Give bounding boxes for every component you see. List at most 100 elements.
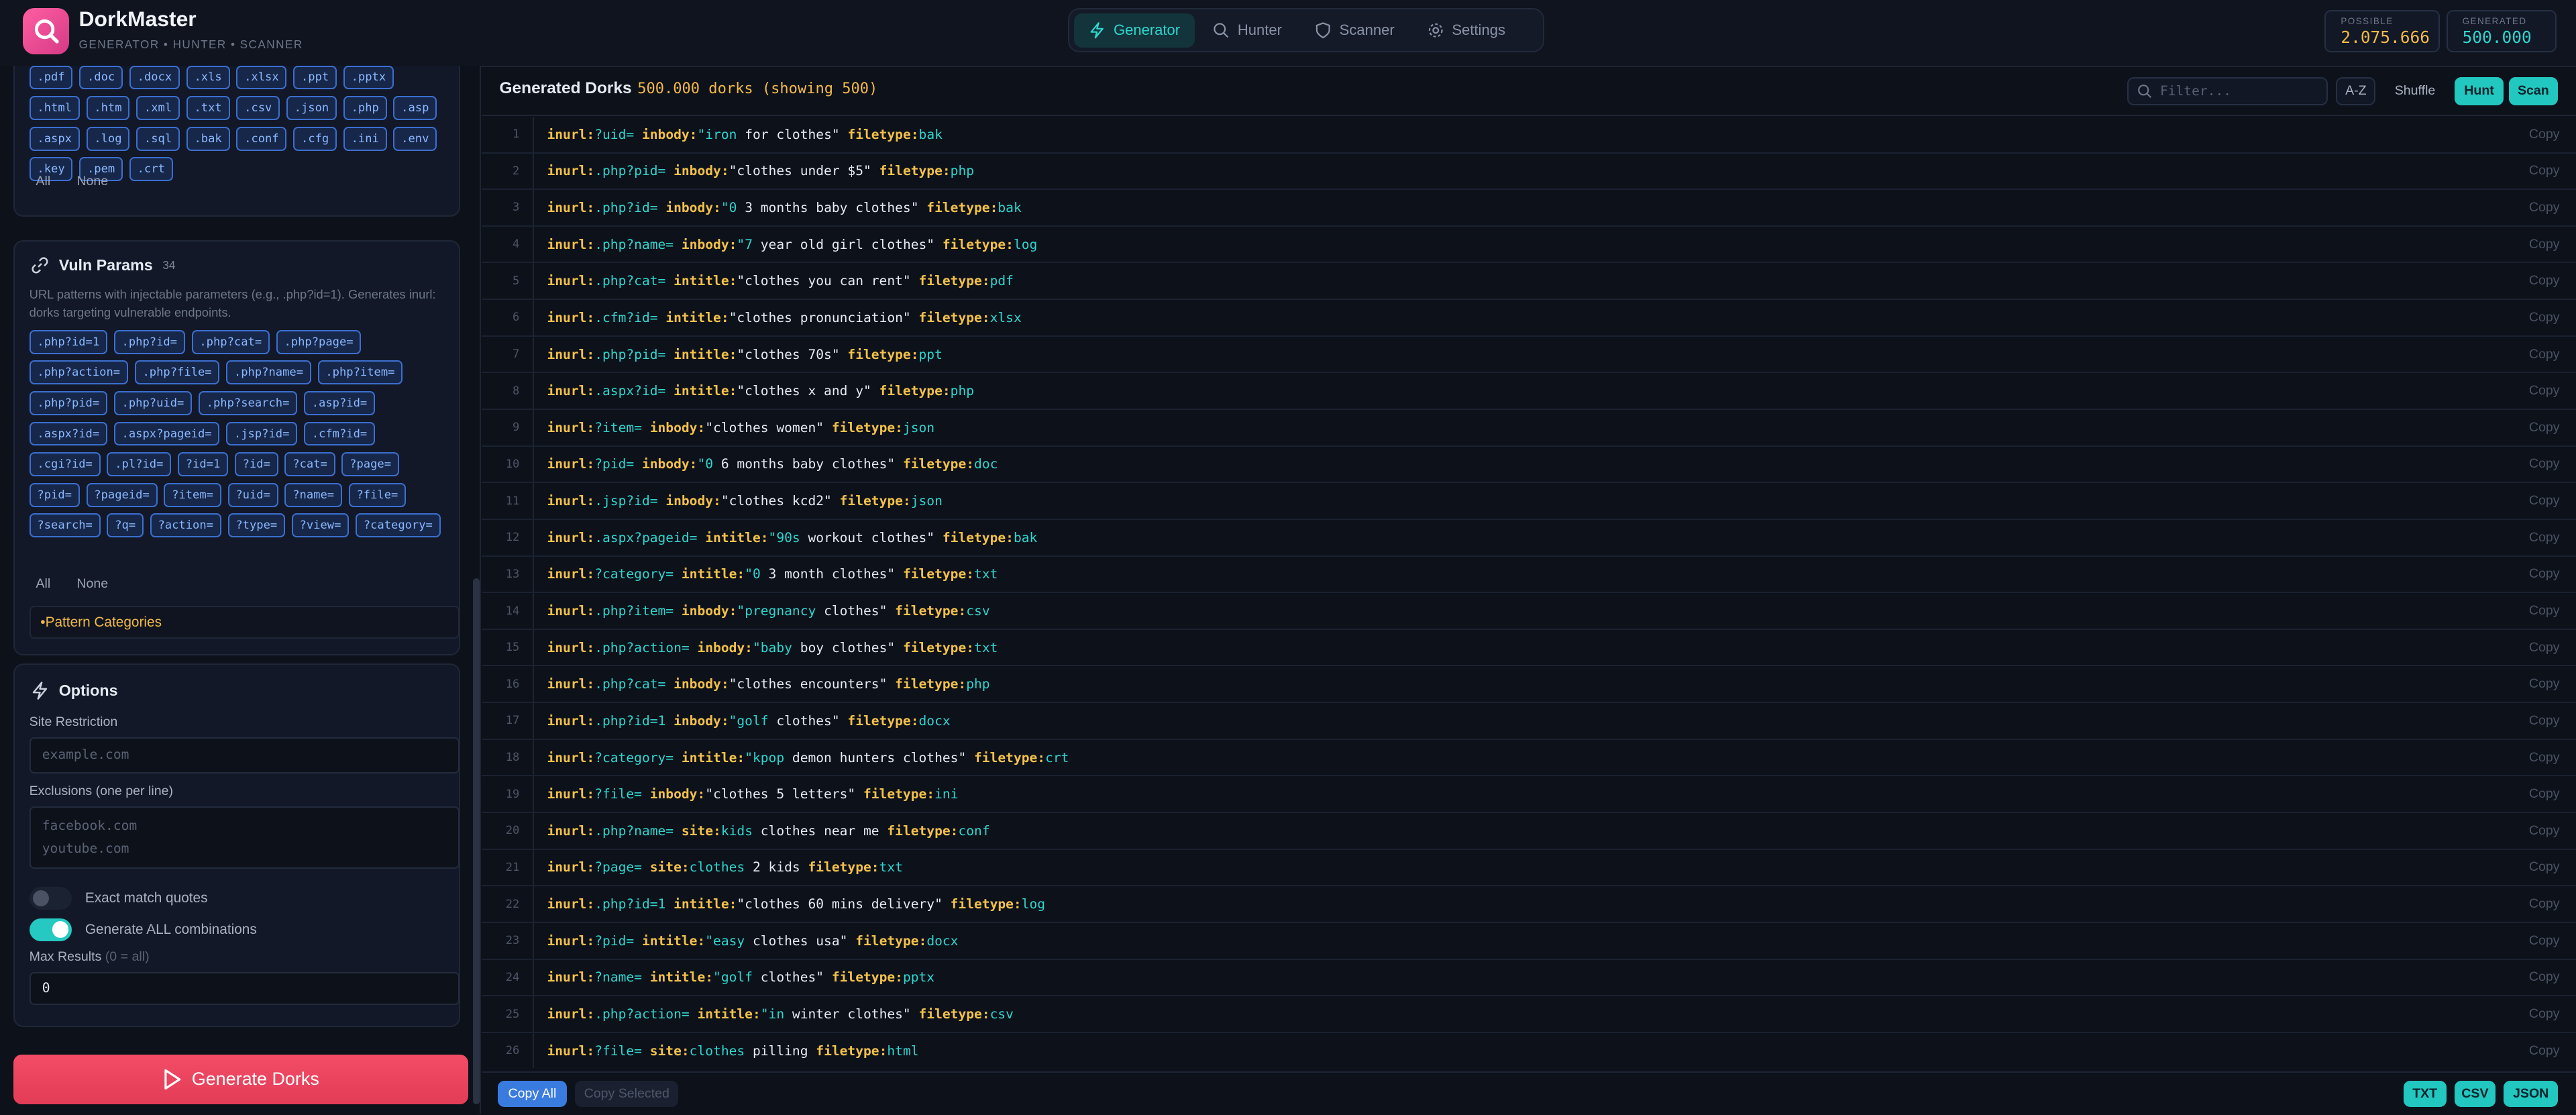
chip[interactable]: .php?id=: [113, 329, 185, 354]
chip[interactable]: .conf: [236, 126, 287, 151]
sidebar-scrollbar[interactable]: [473, 578, 480, 1104]
copy-row-button[interactable]: Copy: [2529, 1043, 2560, 1059]
chip[interactable]: ?search=: [29, 513, 101, 538]
dork-row[interactable]: 1 inurl:?uid= inbody:"iron for clothes" f…: [481, 116, 2576, 154]
file-types-none-button[interactable]: None: [67, 170, 118, 193]
chip[interactable]: .bak: [186, 126, 230, 151]
copy-row-button[interactable]: Copy: [2529, 603, 2560, 619]
chip[interactable]: ?category=: [355, 513, 441, 538]
sort-az-button[interactable]: A-Z: [2336, 77, 2376, 105]
copy-row-button[interactable]: Copy: [2529, 823, 2560, 839]
max-results-input[interactable]: 0: [29, 972, 460, 1006]
copy-row-button[interactable]: Copy: [2529, 273, 2560, 288]
dork-row[interactable]: 18 inurl:?category= intitle:"kpop demon h…: [481, 739, 2576, 777]
tab-settings[interactable]: Settings: [1413, 13, 1520, 48]
copy-row-button[interactable]: Copy: [2529, 640, 2560, 655]
shuffle-button[interactable]: Shuffle: [2382, 77, 2448, 105]
filter-input[interactable]: Filter...: [2127, 77, 2328, 105]
dork-row[interactable]: 4 inurl:.php?name= inbody:"7 year old gir…: [481, 226, 2576, 264]
vuln-params-all-button[interactable]: All: [26, 573, 60, 595]
copy-row-button[interactable]: Copy: [2529, 786, 2560, 802]
exclusions-textarea[interactable]: facebook.com youtube.com: [29, 806, 460, 869]
chip[interactable]: ?name=: [284, 482, 342, 507]
chip[interactable]: .pl?id=: [107, 452, 172, 477]
chip[interactable]: ?q=: [107, 513, 144, 538]
tab-generator[interactable]: Generator: [1074, 13, 1195, 48]
copy-row-button[interactable]: Copy: [2529, 1006, 2560, 1022]
chip[interactable]: .jsp?id=: [226, 421, 298, 446]
chip[interactable]: .php?search=: [198, 391, 298, 415]
dork-row[interactable]: 23 inurl:?pid= intitle:"easy clothes usa"…: [481, 922, 2576, 960]
dork-row[interactable]: 11 inurl:.jsp?id= inbody:"clothes kcd2" f…: [481, 483, 2576, 520]
dork-row[interactable]: 13 inurl:?category= intitle:"0 3 month cl…: [481, 556, 2576, 594]
chip[interactable]: ?view=: [291, 513, 350, 538]
chip[interactable]: .cfg: [293, 126, 337, 151]
dork-row[interactable]: 17 inurl:.php?id=1 inbody:"golf clothes" …: [481, 703, 2576, 740]
chip[interactable]: ?pid=: [29, 482, 80, 507]
dork-row[interactable]: 15 inurl:.php?action= inbody:"baby boy cl…: [481, 629, 2576, 667]
chip[interactable]: .xls: [186, 65, 230, 90]
tab-hunter[interactable]: Hunter: [1198, 13, 1297, 48]
copy-row-button[interactable]: Copy: [2529, 859, 2560, 875]
dork-row[interactable]: 3 inurl:.php?id= inbody:"0 3 months baby …: [481, 190, 2576, 227]
dork-row[interactable]: 22 inurl:.php?id=1 intitle:"clothes 60 mi…: [481, 886, 2576, 923]
chip[interactable]: .php?action=: [29, 360, 128, 385]
copy-row-button[interactable]: Copy: [2529, 969, 2560, 985]
chip[interactable]: .php: [343, 96, 387, 120]
chip[interactable]: .ppt: [293, 65, 337, 90]
chip[interactable]: .asp: [393, 96, 437, 120]
copy-row-button[interactable]: Copy: [2529, 530, 2560, 545]
dork-row[interactable]: 21 inurl:?page= site:clothes 2 kids filet…: [481, 849, 2576, 887]
chip[interactable]: .htm: [86, 96, 130, 120]
copy-row-button[interactable]: Copy: [2529, 933, 2560, 949]
chip[interactable]: .php?id=1: [29, 329, 107, 354]
dork-row[interactable]: 9 inurl:?item= inbody:"clothes women" fil…: [481, 409, 2576, 447]
chip[interactable]: .json: [286, 96, 337, 120]
copy-row-button[interactable]: Copy: [2529, 237, 2560, 252]
copy-row-button[interactable]: Copy: [2529, 676, 2560, 692]
chip[interactable]: ?pageid=: [86, 482, 158, 507]
all-combinations-toggle[interactable]: [29, 918, 72, 941]
dork-row[interactable]: 5 inurl:.php?cat= intitle:"clothes you ca…: [481, 263, 2576, 301]
vuln-params-none-button[interactable]: None: [67, 573, 118, 595]
chip[interactable]: .php?item=: [317, 360, 403, 385]
dork-row[interactable]: 2 inurl:.php?pid= inbody:"clothes under $…: [481, 153, 2576, 191]
hunt-button[interactable]: Hunt: [2454, 77, 2504, 105]
chip[interactable]: .doc: [79, 65, 123, 90]
chip[interactable]: .pdf: [29, 65, 73, 90]
copy-row-button[interactable]: Copy: [2529, 127, 2560, 142]
dork-row[interactable]: 10 inurl:?pid= inbody:"0 6 months baby cl…: [481, 446, 2576, 484]
chip[interactable]: ?action=: [150, 513, 221, 538]
export-txt-button[interactable]: TXT: [2403, 1080, 2447, 1108]
chip[interactable]: .php?name=: [226, 360, 311, 385]
chip[interactable]: .xlsx: [236, 65, 287, 90]
dork-row[interactable]: 26 inurl:?file= site:clothes pilling file…: [482, 1032, 2576, 1068]
chip[interactable]: .php?pid=: [29, 391, 107, 415]
pattern-categories-toggle[interactable]: •Pattern Categories: [29, 606, 460, 639]
chip[interactable]: .aspx?id=: [29, 421, 107, 446]
chip[interactable]: .crt: [129, 157, 173, 182]
site-restriction-input[interactable]: example.com: [29, 737, 460, 774]
chip[interactable]: .cgi?id=: [29, 452, 101, 477]
dork-row[interactable]: 14 inurl:.php?item= inbody:"pregnancy clo…: [481, 593, 2576, 630]
chip[interactable]: .php?page=: [276, 329, 362, 354]
chip[interactable]: .php?uid=: [113, 391, 193, 415]
vuln-params-header[interactable]: Vuln Params 34: [31, 256, 175, 274]
chip[interactable]: ?id=: [234, 452, 278, 477]
scan-button[interactable]: Scan: [2508, 77, 2559, 105]
dork-row[interactable]: 12 inurl:.aspx?pageid= intitle:"90s worko…: [481, 519, 2576, 557]
chip[interactable]: .log: [86, 126, 130, 151]
chip[interactable]: .html: [29, 96, 80, 120]
copy-row-button[interactable]: Copy: [2529, 456, 2560, 472]
copy-row-button[interactable]: Copy: [2529, 493, 2560, 509]
generate-dorks-button[interactable]: Generate Dorks: [13, 1055, 468, 1104]
export-csv-button[interactable]: CSV: [2454, 1080, 2496, 1108]
copy-all-button[interactable]: Copy All: [498, 1080, 567, 1108]
dork-row[interactable]: 19 inurl:?file= inbody:"clothes 5 letters…: [481, 776, 2576, 814]
chip[interactable]: ?id=1: [177, 452, 229, 477]
chip[interactable]: .php?cat=: [191, 329, 270, 354]
chip[interactable]: .sql: [136, 126, 180, 151]
copy-row-button[interactable]: Copy: [2529, 200, 2560, 215]
tab-scanner[interactable]: Scanner: [1300, 13, 1409, 48]
chip[interactable]: .ini: [343, 126, 387, 151]
